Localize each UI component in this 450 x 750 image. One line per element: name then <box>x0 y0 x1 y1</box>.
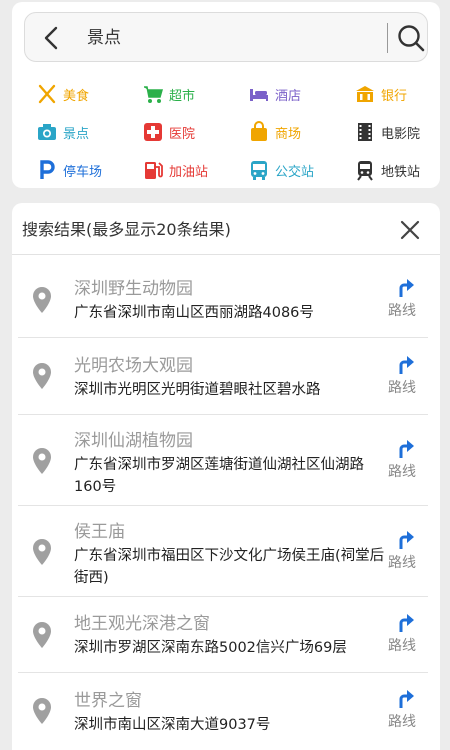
route-button[interactable]: 路线 <box>384 611 428 659</box>
category-label: 景点 <box>63 126 90 142</box>
close-icon[interactable] <box>400 220 420 240</box>
route-turn-icon <box>399 356 414 374</box>
result-address: 广东省深圳市南山区西丽湖路4086号 <box>74 305 314 321</box>
route-button[interactable]: 路线 <box>384 276 428 324</box>
result-name: 光明农场大观园 <box>74 356 193 376</box>
route-turn-icon <box>399 279 414 297</box>
subway-icon <box>357 161 373 181</box>
category-bank[interactable]: 银行 <box>354 82 407 106</box>
shopping-bag-icon <box>251 121 267 141</box>
search-bar[interactable]: 景点 <box>24 12 428 62</box>
search-results-panel: 搜索结果(最多显示20条结果) 深圳野生动物园 广东省深圳市南山区西丽湖路408… <box>12 203 440 750</box>
category-label: 银行 <box>381 88 408 104</box>
route-turn-icon <box>399 690 414 708</box>
category-label: 商场 <box>275 126 302 142</box>
search-icon[interactable] <box>397 24 425 52</box>
location-pin-icon <box>33 622 51 648</box>
result-name: 地王观光深港之窗 <box>74 614 210 634</box>
back-arrow-icon[interactable] <box>41 25 63 51</box>
category-label: 公交站 <box>275 164 315 180</box>
category-label: 美食 <box>63 88 90 104</box>
route-label: 路线 <box>388 380 416 396</box>
cart-icon <box>144 86 163 103</box>
category-parking[interactable]: 停车场 <box>36 158 102 182</box>
result-address: 广东省深圳市罗湖区莲塘街道仙湖社区仙湖路160号 <box>74 457 364 495</box>
parking-icon <box>40 160 55 179</box>
result-item[interactable]: 深圳野生动物园 广东省深圳市南山区西丽湖路4086号 路线 <box>18 262 428 338</box>
result-name: 深圳仙湖植物园 <box>74 431 193 451</box>
result-item[interactable]: 光明农场大观园 深圳市光明区光明街道碧眼社区碧水路 路线 <box>18 338 428 415</box>
category-supermarket[interactable]: 超市 <box>142 82 195 106</box>
result-address: 深圳市光明区光明街道碧眼社区碧水路 <box>74 382 321 398</box>
search-divider <box>387 23 388 53</box>
route-turn-icon <box>399 614 414 632</box>
category-label: 加油站 <box>169 164 209 180</box>
result-item[interactable]: 深圳仙湖植物园 广东省深圳市罗湖区莲塘街道仙湖社区仙湖路160号 路线 <box>18 415 428 506</box>
hospital-icon <box>144 123 162 141</box>
route-label: 路线 <box>388 555 416 571</box>
top-panel: 景点 美食 超市 酒店 银行 景点 医院 商场 电影院 停车场 加油站 公交站 … <box>12 2 440 188</box>
location-pin-icon <box>33 698 51 724</box>
category-hospital[interactable]: 医院 <box>142 120 195 144</box>
route-turn-icon <box>399 531 414 549</box>
category-label: 地铁站 <box>381 164 421 180</box>
camera-icon <box>38 124 56 140</box>
route-button[interactable]: 路线 <box>384 687 428 735</box>
search-input[interactable]: 景点 <box>87 13 121 63</box>
category-label: 电影院 <box>381 126 421 142</box>
results-title: 搜索结果(最多显示20条结果) <box>22 220 231 239</box>
location-pin-icon <box>33 287 51 313</box>
category-label: 超市 <box>169 88 196 104</box>
film-icon <box>358 123 372 141</box>
route-turn-icon <box>399 440 414 458</box>
category-label: 停车场 <box>63 164 103 180</box>
route-label: 路线 <box>388 638 416 654</box>
category-cinema[interactable]: 电影院 <box>354 120 420 144</box>
result-name: 世界之窗 <box>74 691 142 711</box>
result-item[interactable]: 世界之窗 深圳市南山区深南大道9037号 路线 <box>18 673 428 750</box>
gas-station-icon <box>145 162 163 179</box>
category-hotel[interactable]: 酒店 <box>248 82 301 106</box>
bed-icon <box>250 89 268 101</box>
result-name: 侯王庙 <box>74 522 125 542</box>
result-address: 广东省深圳市福田区下沙文化广场侯王庙(祠堂后街西) <box>74 548 385 586</box>
route-label: 路线 <box>388 303 416 319</box>
location-pin-icon <box>33 539 51 565</box>
route-button[interactable]: 路线 <box>384 528 428 576</box>
route-button[interactable]: 路线 <box>384 353 428 401</box>
category-gas-station[interactable]: 加油站 <box>142 158 208 182</box>
result-name: 深圳野生动物园 <box>74 279 193 299</box>
location-pin-icon <box>33 448 51 474</box>
result-item[interactable]: 侯王庙 广东省深圳市福田区下沙文化广场侯王庙(祠堂后街西) 路线 <box>18 506 428 597</box>
category-subway[interactable]: 地铁站 <box>354 158 420 182</box>
bus-icon <box>251 161 267 180</box>
category-label: 酒店 <box>275 88 302 104</box>
category-food[interactable]: 美食 <box>36 82 89 106</box>
result-address: 深圳市南山区深南大道9037号 <box>74 717 271 733</box>
route-label: 路线 <box>388 714 416 730</box>
location-pin-icon <box>33 363 51 389</box>
route-button[interactable]: 路线 <box>384 437 428 485</box>
food-icon <box>38 84 56 104</box>
route-label: 路线 <box>388 464 416 480</box>
bank-icon <box>356 86 374 102</box>
results-header: 搜索结果(最多显示20条结果) <box>12 203 440 255</box>
result-item[interactable]: 地王观光深港之窗 深圳市罗湖区深南东路5002信兴广场69层 路线 <box>18 597 428 673</box>
result-address: 深圳市罗湖区深南东路5002信兴广场69层 <box>74 640 347 656</box>
category-mall[interactable]: 商场 <box>248 120 301 144</box>
category-bus-stop[interactable]: 公交站 <box>248 158 314 182</box>
category-label: 医院 <box>169 126 196 142</box>
category-scenic[interactable]: 景点 <box>36 120 89 144</box>
